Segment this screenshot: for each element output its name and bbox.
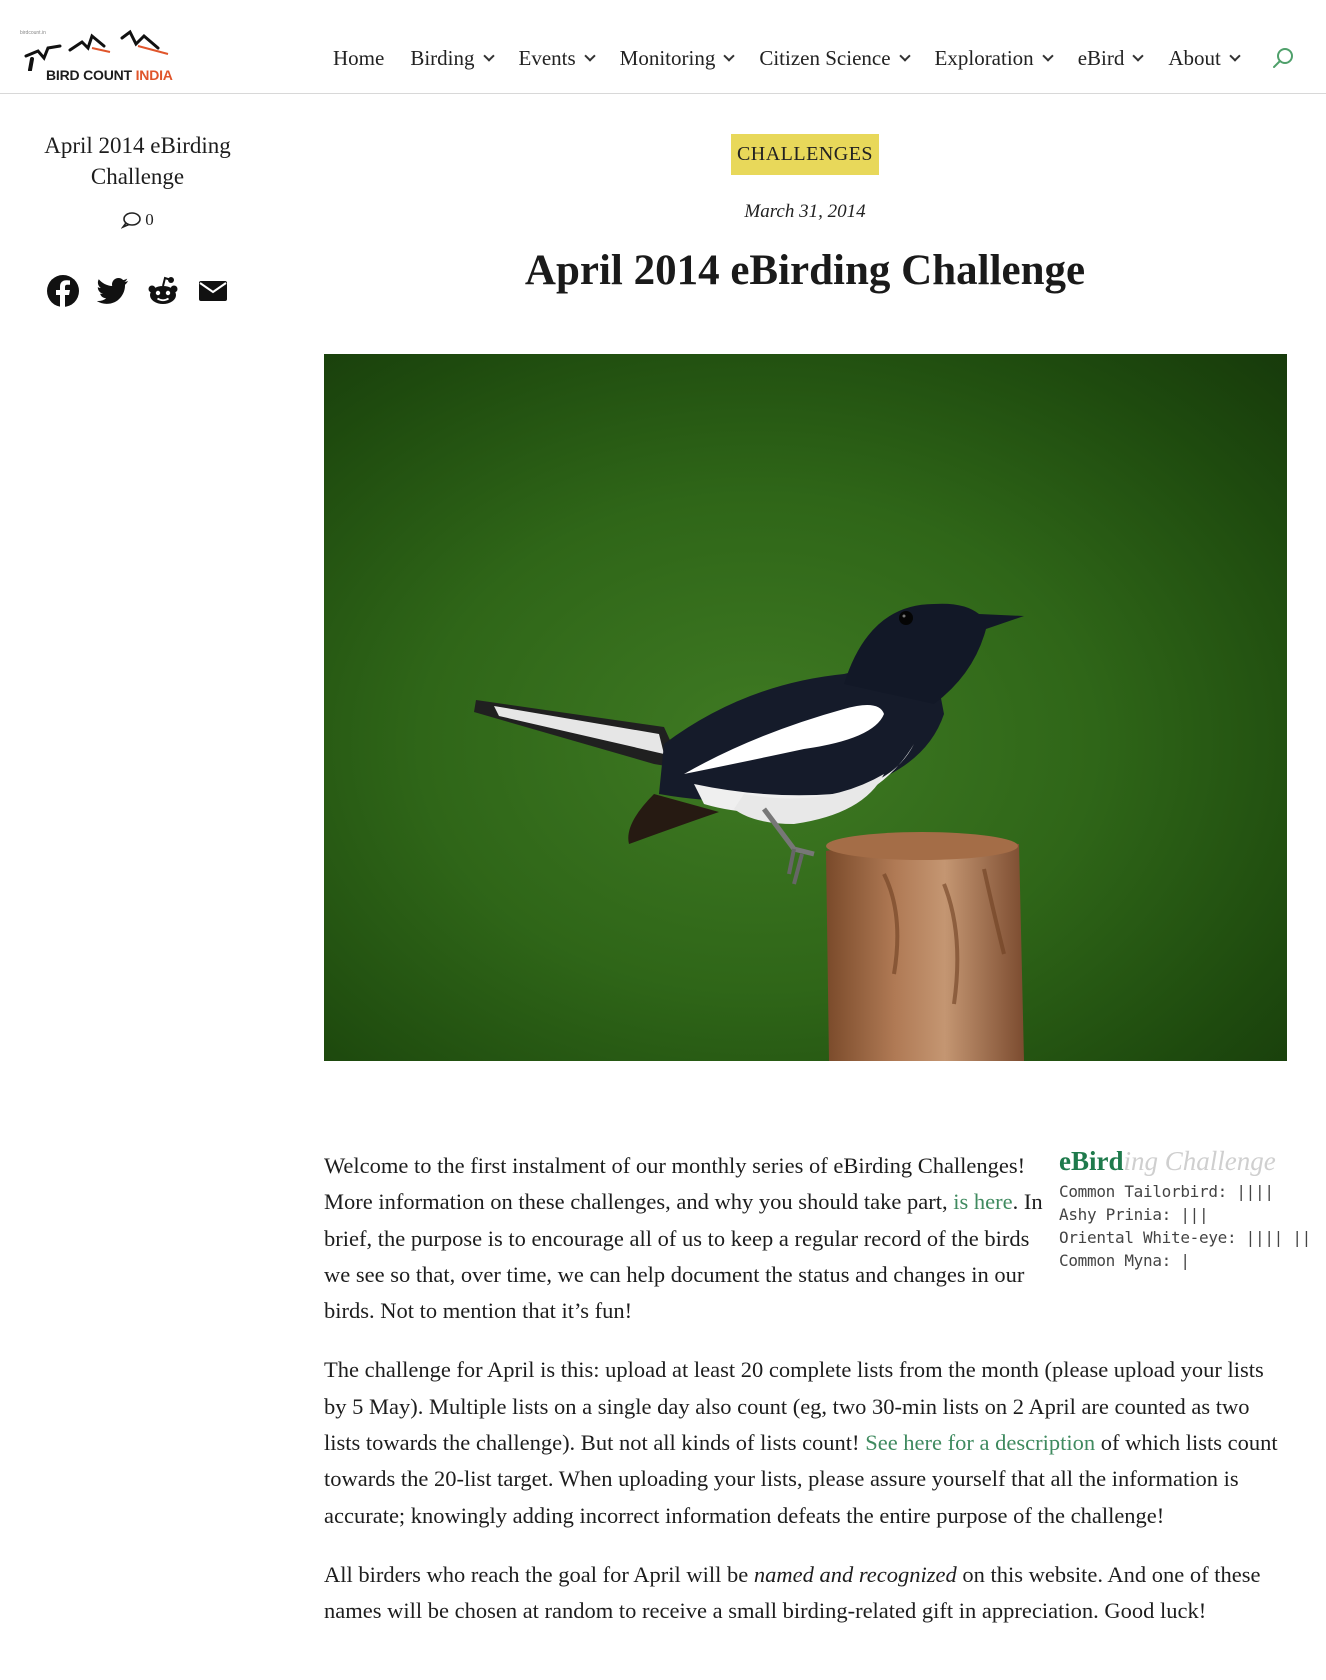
comment-count-link[interactable]: 0 (20, 210, 255, 230)
nav-events[interactable]: Events (518, 45, 596, 71)
more-info-link[interactable]: is here (953, 1189, 1012, 1214)
paragraph-text: Welcome to the first instalment of our m… (324, 1153, 1026, 1215)
nav-home[interactable]: Home (333, 46, 384, 71)
nav-label: Events (518, 45, 576, 70)
comment-icon (121, 212, 142, 229)
email-icon[interactable] (196, 274, 230, 308)
description-link[interactable]: See here for a description (865, 1430, 1095, 1455)
twitter-icon[interactable] (96, 274, 130, 308)
nav-label: Birding (410, 45, 475, 70)
nav-label: eBird (1077, 45, 1125, 70)
nav-monitoring[interactable]: Monitoring (619, 45, 735, 71)
nav-citizen-science[interactable]: Citizen Science (759, 45, 911, 71)
nav-about[interactable]: About (1168, 45, 1241, 71)
logo-bird-count: BIRD COUNT (46, 67, 132, 83)
comment-count: 0 (145, 210, 154, 229)
paragraph-intro: Welcome to the first instalment of our m… (324, 1148, 1056, 1329)
nav-label: Monitoring (619, 45, 716, 70)
search-icon[interactable] (1271, 46, 1295, 70)
main-nav: Home Birding Events Monitoring Citizen S… (333, 44, 1265, 72)
chevron-down-icon (1132, 49, 1145, 62)
post-date: March 31, 2014 (744, 201, 866, 222)
nav-label: About (1168, 45, 1221, 70)
logo-wordmark: BIRD COUNT INDIA (46, 67, 173, 83)
paragraph-text: All birders who reach the goal for April… (324, 1561, 754, 1587)
nav-birding[interactable]: Birding (410, 45, 495, 71)
post-sidebar: April 2014 eBirding Challenge 0 (20, 130, 255, 307)
chevron-down-icon (1042, 49, 1054, 62)
facebook-icon[interactable] (46, 274, 80, 308)
chevron-down-icon (898, 49, 911, 62)
post-content: Welcome to the first instalment of our m… (324, 1148, 1287, 1653)
hero-image (324, 354, 1287, 1061)
category-badge[interactable]: CHALLENGES (731, 134, 879, 175)
paragraph-challenge: The challenge for April is this: upload … (324, 1352, 1287, 1533)
reddit-icon[interactable] (146, 274, 180, 308)
emphasis-text: named and recognized (753, 1561, 957, 1587)
nav-ebird[interactable]: eBird (1077, 45, 1145, 71)
paragraph-reward: All birders who reach the goal for April… (324, 1557, 1287, 1630)
site-header: birdcount.in BIRD COUNT INDIA Home Birdi… (0, 0, 1326, 94)
logo-birds-icon (24, 29, 169, 71)
nav-label: Home (333, 45, 385, 70)
chevron-down-icon (1229, 49, 1241, 62)
site-logo[interactable]: birdcount.in BIRD COUNT INDIA (18, 26, 178, 84)
chevron-down-icon (583, 49, 596, 62)
magpie-robin-illustration (474, 603, 1024, 1061)
sidebar-post-title: April 2014 eBirding Challenge (44, 133, 231, 189)
nav-exploration[interactable]: Exploration (934, 45, 1054, 71)
chevron-down-icon (723, 49, 735, 62)
share-buttons (46, 274, 230, 308)
nav-label: Exploration (934, 45, 1034, 70)
post-title: April 2014 eBirding Challenge (524, 247, 1086, 294)
nav-label: Citizen Science (759, 45, 891, 70)
chevron-down-icon (482, 49, 495, 62)
logo-india: INDIA (135, 67, 173, 83)
